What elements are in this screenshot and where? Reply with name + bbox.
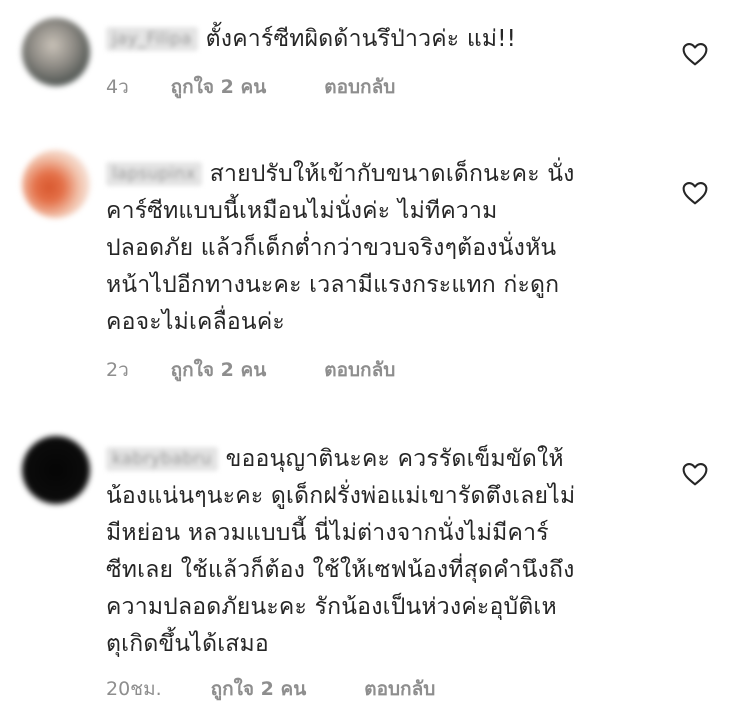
reply-button[interactable]: ตอบกลับ bbox=[364, 674, 435, 704]
comment-meta: 20ชม. ถูกใจ 2 คน ตอบกลับ bbox=[106, 674, 435, 704]
username[interactable]: kabrybabru bbox=[106, 447, 218, 471]
comment-body: kabrybabru ขออนุญาตินะคะ ควรรัดเข็มขัดให้… bbox=[106, 441, 666, 663]
likes-count-button[interactable]: ถูกใจ 2 คน bbox=[211, 674, 358, 704]
heart-outline-icon[interactable] bbox=[682, 462, 708, 486]
comment-item: kabrybabru ขออนุญาตินะคะ ควรรัดเข็มขัดให้… bbox=[0, 0, 750, 726]
comment-text: ขออนุญาตินะคะ ควรรัดเข็มขัดให้ น้องแน่นๆ… bbox=[106, 446, 576, 657]
avatar[interactable] bbox=[22, 436, 90, 504]
comment-time: 20ชม. bbox=[106, 678, 162, 700]
